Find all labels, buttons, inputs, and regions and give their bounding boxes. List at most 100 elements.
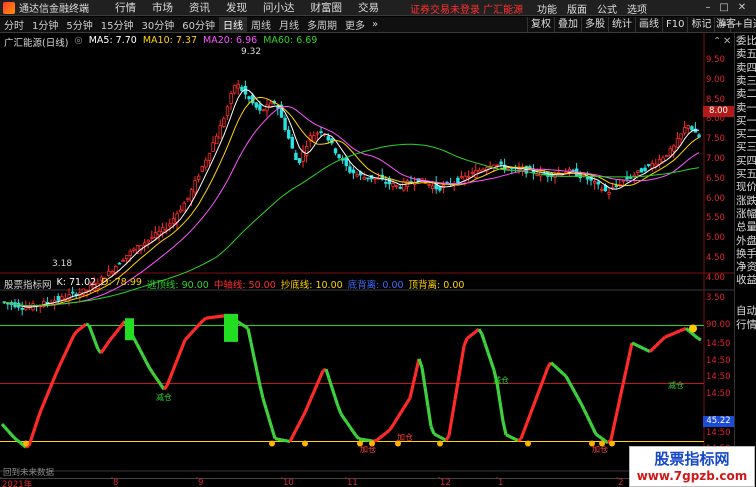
- osc-k-segment: [150, 370, 157, 378]
- osc-k-segment: [664, 334, 669, 339]
- osc-k-segment: [141, 354, 148, 363]
- osc-k-segment: [519, 430, 526, 440]
- candle-body: [333, 148, 338, 154]
- future-data-label[interactable]: 回到未来数据: [3, 466, 54, 478]
- candle-body: [672, 145, 676, 152]
- buy-hand-icon: [437, 440, 443, 447]
- side-label[interactable]: 买四: [736, 155, 756, 168]
- osc-k-segment: [411, 371, 418, 386]
- candle-body: [463, 175, 467, 181]
- side-label[interactable]: 买一: [736, 115, 756, 128]
- side-label[interactable]: 卖三: [736, 75, 756, 88]
- side-label[interactable]: 买三: [736, 141, 756, 154]
- candle-body: [391, 183, 395, 187]
- side-label[interactable]: 涨跌: [736, 195, 756, 208]
- osc-k-segment: [241, 323, 246, 328]
- osc-k-segment: [399, 406, 406, 414]
- side-label[interactable]: 委比: [736, 35, 756, 48]
- side-label[interactable]: 收益: [736, 274, 756, 287]
- osc-k-segment: [670, 331, 675, 337]
- osc-k-segment: [595, 432, 600, 438]
- osc-k-segment: [252, 356, 259, 372]
- candle-body: [247, 96, 251, 100]
- bottom-divergence-value: 底背离: 0.00: [347, 280, 404, 291]
- osc-tick-label: 14:50: [706, 372, 731, 382]
- side-label[interactable]: 总量: [736, 221, 756, 234]
- osc-k-segment: [486, 351, 493, 362]
- side-label[interactable]: 卖二: [736, 88, 756, 101]
- side-label[interactable]: 现价: [736, 181, 756, 194]
- osc-k-segment: [540, 374, 547, 384]
- settings-circle-icon[interactable]: ◎: [74, 35, 82, 47]
- collapse-up-icon[interactable]: ⌃: [713, 36, 721, 47]
- buy-hand-icon: [302, 440, 308, 447]
- reduce-position-label: 减仓: [668, 380, 684, 390]
- osc-k-segment: [591, 427, 598, 435]
- osc-k-segment: [339, 413, 346, 420]
- add-position-label: 加仓: [592, 444, 608, 454]
- chart-close-icon[interactable]: ✕: [723, 36, 731, 47]
- side-label[interactable]: 净资: [736, 261, 756, 274]
- osc-k-segment: [9, 433, 16, 439]
- side-label[interactable]: 换手: [736, 248, 756, 261]
- osc-k-segment: [45, 387, 52, 397]
- osc-k-segment: [72, 330, 79, 336]
- side-label[interactable]: 自动: [736, 305, 756, 318]
- osc-k-segment: [361, 437, 366, 442]
- osc-k-segment: [637, 344, 642, 349]
- osc-k-segment: [634, 342, 639, 348]
- side-label[interactable]: 卖四: [736, 62, 756, 75]
- osc-k-segment: [673, 330, 678, 335]
- osc-k-segment: [195, 322, 202, 329]
- candle-body: [294, 152, 298, 161]
- osc-k-segment: [336, 405, 343, 415]
- price-tick-label: 9.50: [706, 55, 725, 65]
- side-label[interactable]: 卖五: [736, 48, 756, 61]
- osc-k-segment: [135, 343, 142, 351]
- candle-body: [636, 170, 640, 174]
- candle-body: [585, 176, 590, 180]
- side-label[interactable]: 行情: [736, 319, 756, 332]
- osc-k-segment: [309, 390, 316, 400]
- candle-body: [121, 260, 125, 262]
- indicator-legend: 股票指标网 K: 71.02 D: 78.99 逃顶线: 90.00 中轴线: …: [4, 277, 464, 291]
- side-label[interactable]: 卖一: [736, 102, 756, 115]
- candle-body: [477, 169, 482, 173]
- close-icon[interactable]: ✕: [736, 2, 748, 13]
- osc-k-segment: [555, 366, 562, 372]
- candle-body: [430, 185, 435, 189]
- candle-body: [456, 177, 460, 184]
- candle-body: [344, 157, 348, 166]
- osc-k-segment: [385, 429, 390, 435]
- osc-k-segment: [684, 327, 691, 333]
- candle-body: [319, 131, 323, 134]
- candle-body: [200, 166, 204, 172]
- osc-k-segment: [453, 381, 460, 400]
- osc-k-segment: [472, 330, 477, 336]
- osc-k-segment: [249, 342, 256, 358]
- osc-k-segment: [447, 417, 454, 436]
- watermark-url: www.7gpzb.com: [636, 469, 748, 483]
- osc-k-segment: [402, 401, 409, 409]
- osc-k-segment: [82, 322, 87, 328]
- side-label[interactable]: 买二: [736, 128, 756, 141]
- candle-body: [647, 164, 651, 166]
- kline-chart[interactable]: 减仓减仓减仓加仓加仓加仓: [0, 0, 734, 478]
- osc-k-segment: [351, 430, 358, 437]
- osc-k-segment: [174, 354, 181, 364]
- osc-k-segment: [450, 399, 457, 418]
- osc-k-segment: [549, 361, 556, 367]
- candle-body: [283, 117, 287, 130]
- smile-icon: [689, 324, 697, 333]
- osc-k-segment: [345, 421, 352, 428]
- candle-body: [153, 232, 158, 239]
- candle-body: [193, 180, 197, 193]
- side-label[interactable]: 涨幅: [736, 208, 756, 221]
- candle-body: [459, 176, 464, 179]
- side-label[interactable]: 外盘: [736, 235, 756, 248]
- side-label[interactable]: 买五: [736, 168, 756, 181]
- candle-body: [254, 102, 258, 108]
- candle-body: [326, 136, 330, 141]
- buy-hand-icon: [609, 440, 615, 447]
- candle-body: [643, 167, 647, 172]
